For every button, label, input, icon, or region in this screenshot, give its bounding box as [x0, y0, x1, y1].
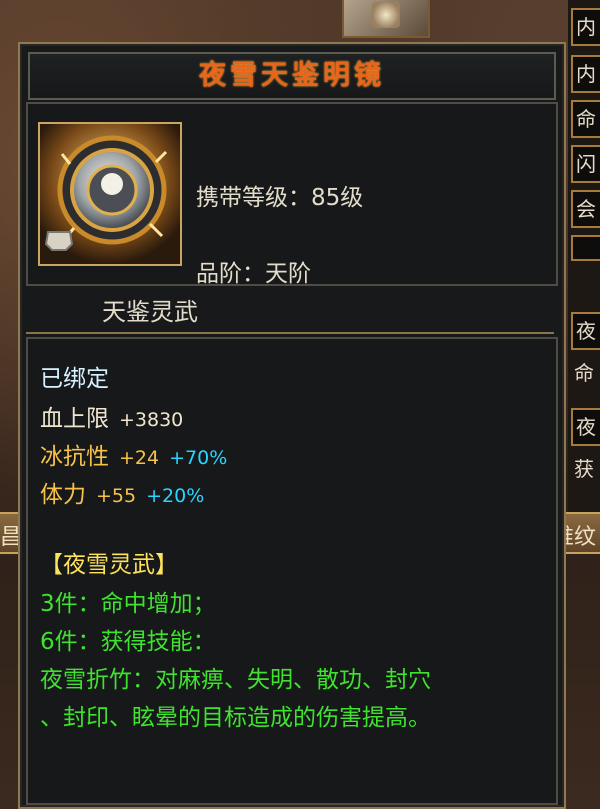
- carry-level-label: 携带等级：: [196, 185, 311, 211]
- item-category: 天鉴灵武: [102, 298, 198, 326]
- side-label-8: 命: [574, 361, 594, 385]
- chest-gem-icon: [372, 2, 400, 28]
- side-label-10: 获: [574, 457, 594, 481]
- stat-name: 冰抗性: [40, 444, 109, 470]
- side-tab-9[interactable]: 夜: [571, 408, 600, 446]
- set-skill-line-1: 夜雪折竹：对麻痹、失明、散功、封穴: [40, 667, 431, 693]
- side-tab-4[interactable]: 闪: [571, 145, 600, 183]
- side-tab-2[interactable]: 内: [571, 55, 600, 93]
- item-name: 夜雪天鉴明镜: [199, 60, 385, 91]
- side-tab-1[interactable]: 内: [571, 8, 600, 46]
- stat-name: 血上限: [40, 406, 109, 432]
- mirror-artwork-icon: [40, 124, 180, 264]
- side-tab-5[interactable]: 会: [571, 190, 600, 228]
- tooltip-title-bar: 夜雪天鉴明镜: [28, 52, 556, 100]
- side-tab-3[interactable]: 命: [571, 100, 600, 138]
- item-grade-value: 天阶: [265, 261, 311, 287]
- stat-value: +55: [96, 485, 137, 507]
- item-grade: 品阶：天阶: [196, 254, 311, 288]
- item-category-row: 天鉴灵武: [38, 288, 558, 332]
- set-title: 【夜雪灵武】: [40, 552, 178, 578]
- stat-value: +24: [119, 447, 160, 469]
- stat-bonus: +70%: [169, 447, 228, 469]
- stat-value: +3830: [119, 409, 184, 431]
- carry-level-value: 85级: [311, 185, 364, 211]
- item-info-box: 携带等级：85级 品阶：天阶: [26, 102, 558, 288]
- stats-box: 已绑定 血上限 +3830 冰抗性 +24 +70% 体力 +55 +20% 【夜雪灵武】…: [26, 337, 558, 805]
- stat-name: 体力: [40, 482, 86, 508]
- stat-row: 体力 +55 +20%: [40, 475, 204, 509]
- treasure-chest-icon[interactable]: [342, 0, 430, 38]
- section-divider: [26, 332, 554, 334]
- stat-row: 冰抗性 +24 +70%: [40, 437, 227, 471]
- set-skill-line-2: 、封印、眩晕的目标造成的伤害提高。: [40, 705, 431, 731]
- mirror-item-icon: [38, 122, 182, 266]
- item-tooltip: 夜雪天鉴明镜 携带等级：85级 品阶：天阶 天鉴灵武 已绑定 血上限 +3830…: [18, 42, 566, 809]
- side-tab-7[interactable]: 夜: [571, 312, 600, 350]
- carry-level: 携带等级：85级: [196, 178, 363, 212]
- bound-status: 已绑定: [40, 366, 109, 392]
- stat-bonus: +20%: [146, 485, 205, 507]
- item-grade-label: 品阶：: [196, 261, 265, 287]
- set-bonus-6: 6件：获得技能：: [40, 629, 216, 655]
- side-tab-6[interactable]: [571, 235, 600, 261]
- set-bonus-3: 3件：命中增加；: [40, 591, 216, 617]
- stat-row: 血上限 +3830: [40, 399, 183, 433]
